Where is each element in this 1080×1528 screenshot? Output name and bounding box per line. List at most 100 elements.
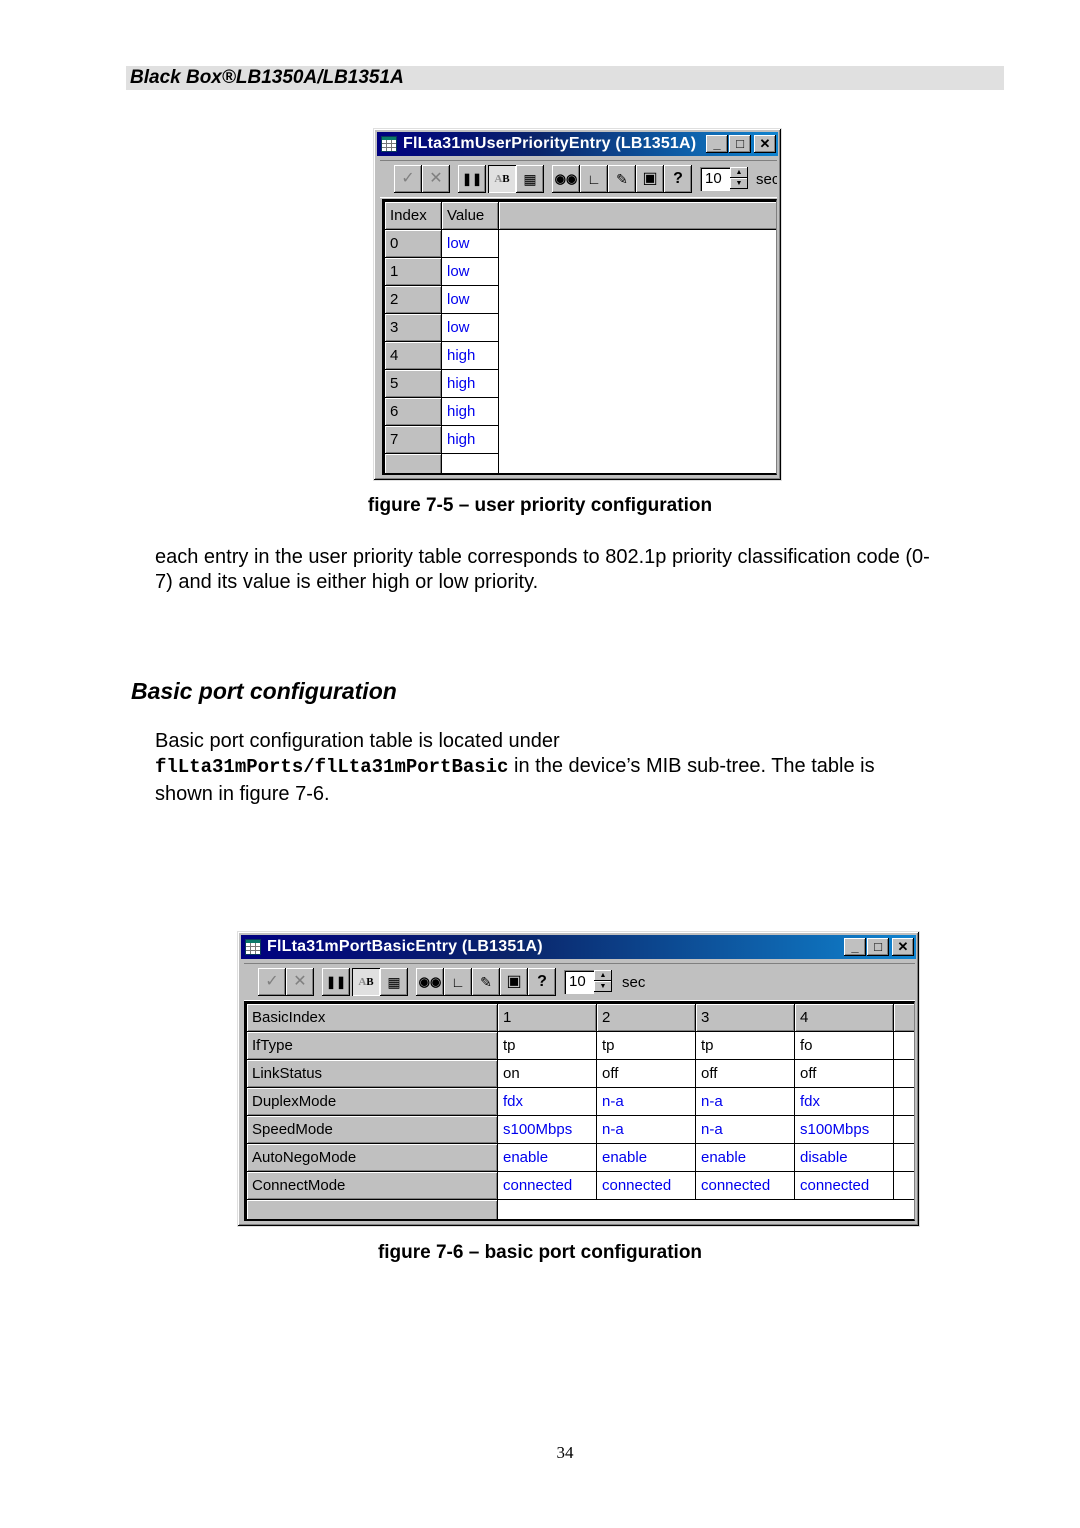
editable-cell[interactable]: fdx [497, 1087, 597, 1116]
check-icon[interactable]: ✓ [258, 968, 286, 996]
row-label: SpeedMode [246, 1115, 498, 1144]
refresh-interval-value[interactable]: 10 [569, 973, 586, 990]
spin-down-icon[interactable]: ▼ [594, 981, 612, 992]
row-value[interactable]: low [441, 229, 499, 258]
row-value[interactable]: high [441, 341, 499, 370]
editable-cell[interactable]: n-a [596, 1115, 696, 1144]
editable-cell[interactable]: connected [794, 1171, 894, 1200]
editable-cell[interactable]: connected [596, 1171, 696, 1200]
document-header: Black Box®LB1350A/LB1351A [126, 66, 1004, 90]
minimize-button[interactable]: _ [844, 938, 866, 956]
row-value[interactable]: low [441, 257, 499, 286]
column-header[interactable]: 1 [497, 1003, 597, 1032]
editable-cell[interactable]: enable [497, 1143, 597, 1172]
priority-description-line: each entry in the user priority table co… [155, 546, 930, 568]
binoculars-icon[interactable]: ◉◉ [416, 968, 444, 996]
table-row: 1 low [384, 257, 777, 286]
editable-cell[interactable]: connected [695, 1171, 795, 1200]
page-number: 34 [556, 1443, 574, 1462]
empty-row [384, 453, 777, 473]
document-header-title: Black Box®LB1350A/LB1351A [130, 67, 404, 88]
toolbar: ✓ ✕ ❚❚ AB ▦ ◉◉ ∟ ✎ ▣ ? 10 ▲▼ sec [380, 160, 777, 198]
spin-down-icon[interactable]: ▼ [730, 178, 748, 189]
ab-icon[interactable]: AB [352, 968, 380, 996]
priority-description: each entry in the user priority table co… [155, 545, 1015, 595]
table-row: 6 high [384, 397, 777, 426]
row-value[interactable]: high [441, 425, 499, 454]
table-row: DuplexMode fdx n-a n-a fdx [246, 1087, 914, 1116]
help-icon[interactable]: ? [528, 968, 556, 996]
refresh-interval-spinner[interactable]: 10 ▲ ▼ [700, 167, 748, 191]
editable-cell[interactable]: fdx [794, 1087, 894, 1116]
window-titlebar[interactable]: FlLta31mUserPriorityEntry (LB1351A) _ □ … [377, 132, 778, 156]
editable-cell[interactable]: enable [596, 1143, 696, 1172]
table-row: 4 high [384, 341, 777, 370]
pause-icon[interactable]: ❚❚ [458, 165, 486, 193]
priority-table: Index Value 0 low 1 low 2 low 3 low 4 high 5h… [384, 201, 777, 473]
chart-icon[interactable]: ∟ [444, 968, 472, 996]
row-index: 2 [384, 285, 442, 314]
spin-up-icon[interactable]: ▲ [730, 167, 748, 178]
column-header[interactable]: 4 [794, 1003, 894, 1032]
check-icon[interactable]: ✓ [394, 165, 422, 193]
window-titlebar[interactable]: FlLta31mPortBasicEntry (LB1351A) _ □ ✕ [241, 935, 916, 959]
figure-7-6-caption: figure 7-6 – basic port configuration [377, 1242, 703, 1263]
figure-7-5-caption: figure 7-5 – user priority configuration [367, 495, 713, 516]
cell: on [497, 1059, 597, 1088]
row-value[interactable]: high [441, 397, 499, 426]
chart-icon[interactable]: ∟ [580, 165, 608, 193]
minimize-button[interactable]: _ [706, 135, 728, 153]
column-header[interactable]: 3 [695, 1003, 795, 1032]
table-icon [245, 939, 261, 955]
cell: tp [695, 1031, 795, 1060]
close-button[interactable]: ✕ [892, 938, 914, 956]
editable-cell[interactable]: disable [794, 1143, 894, 1172]
row-value[interactable]: low [441, 313, 499, 342]
refresh-interval-value[interactable]: 10 [705, 170, 722, 187]
editable-cell[interactable]: n-a [695, 1115, 795, 1144]
table-row: SpeedMode s100Mbps n-a n-a s100Mbps [246, 1115, 914, 1144]
table-row: AutoNegoMode enable enable enable disabl… [246, 1143, 914, 1172]
row-label: LinkStatus [246, 1059, 498, 1088]
cancel-icon[interactable]: ✕ [422, 165, 450, 193]
editable-cell[interactable]: n-a [596, 1087, 696, 1116]
section-line-1: Basic port configuration table is locate… [155, 730, 560, 752]
editable-cell[interactable]: connected [497, 1171, 597, 1200]
editable-cell[interactable]: s100Mbps [794, 1115, 894, 1144]
resize-icon[interactable]: ▦ [380, 968, 408, 996]
refresh-unit: sec [622, 974, 646, 991]
empty-row [246, 1199, 914, 1219]
cell: tp [497, 1031, 597, 1060]
help-icon[interactable]: ? [664, 165, 692, 193]
editable-cell[interactable]: enable [695, 1143, 795, 1172]
row-label: IfType [246, 1031, 498, 1060]
column-header-value[interactable]: Value [441, 201, 499, 230]
section-line-3: shown in figure 7-6. [155, 783, 330, 805]
resize-icon[interactable]: ▦ [516, 165, 544, 193]
ab-icon[interactable]: AB [488, 165, 516, 193]
maximize-button[interactable]: □ [867, 938, 889, 956]
row-index: 5 [384, 369, 442, 398]
probe-icon[interactable]: ✎ [608, 165, 636, 193]
pause-icon[interactable]: ❚❚ [322, 968, 350, 996]
row-value[interactable]: low [441, 285, 499, 314]
spin-up-icon[interactable]: ▲ [594, 970, 612, 981]
maximize-button[interactable]: □ [729, 135, 751, 153]
user-priority-window: FlLta31mUserPriorityEntry (LB1351A) _ □ … [373, 128, 782, 481]
close-button[interactable]: ✕ [754, 135, 776, 153]
row-index: 4 [384, 341, 442, 370]
refresh-interval-spinner[interactable]: 10 ▲ ▼ [564, 970, 612, 994]
column-header[interactable]: 2 [596, 1003, 696, 1032]
cancel-icon[interactable]: ✕ [286, 968, 314, 996]
row-label: DuplexMode [246, 1087, 498, 1116]
cell: fo [794, 1031, 894, 1060]
row-value[interactable]: high [441, 369, 499, 398]
save-icon[interactable]: ▣ [500, 968, 528, 996]
column-header-index[interactable]: Index [384, 201, 442, 230]
save-icon[interactable]: ▣ [636, 165, 664, 193]
binoculars-icon[interactable]: ◉◉ [552, 165, 580, 193]
editable-cell[interactable]: s100Mbps [497, 1115, 597, 1144]
probe-icon[interactable]: ✎ [472, 968, 500, 996]
editable-cell[interactable]: n-a [695, 1087, 795, 1116]
mib-path: flLta31mPorts/flLta31mPortBasic [155, 756, 509, 778]
